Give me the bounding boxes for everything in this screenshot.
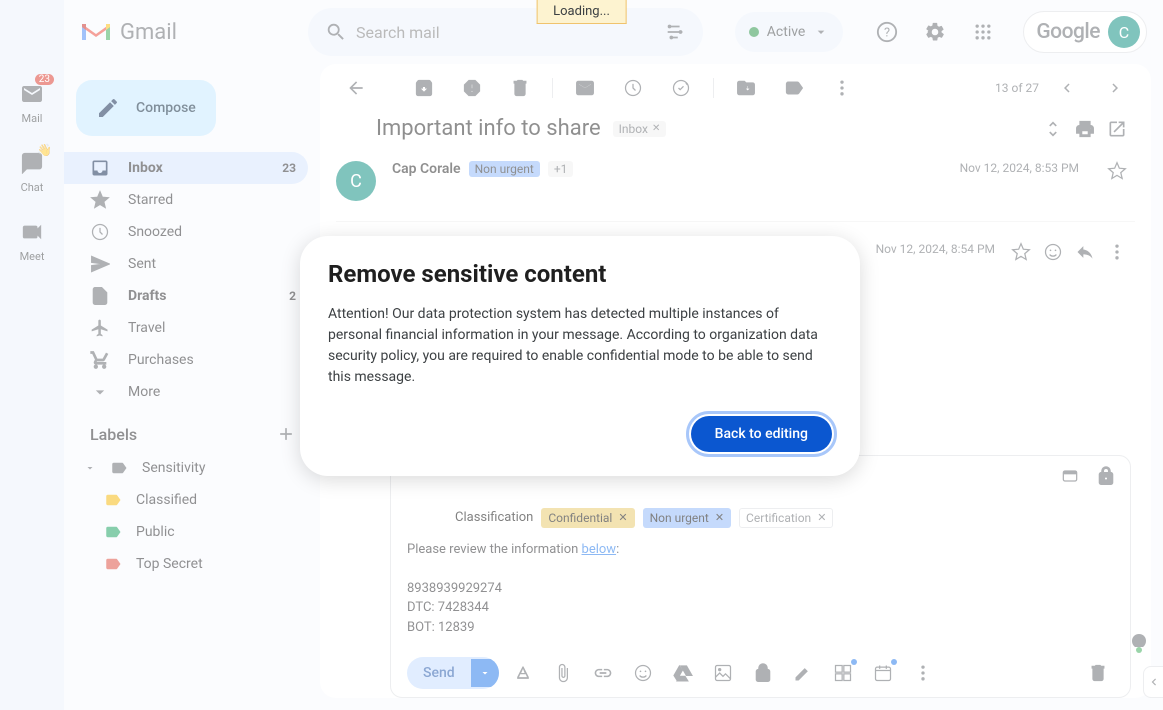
modal-body: Attention! Our data protection system ha… <box>328 304 832 388</box>
modal-title: Remove sensitive content <box>328 260 832 288</box>
loading-banner: Loading... <box>536 0 627 24</box>
modal-dialog: Remove sensitive content Attention! Our … <box>300 236 860 476</box>
back-to-editing-button[interactable]: Back to editing <box>691 416 832 452</box>
